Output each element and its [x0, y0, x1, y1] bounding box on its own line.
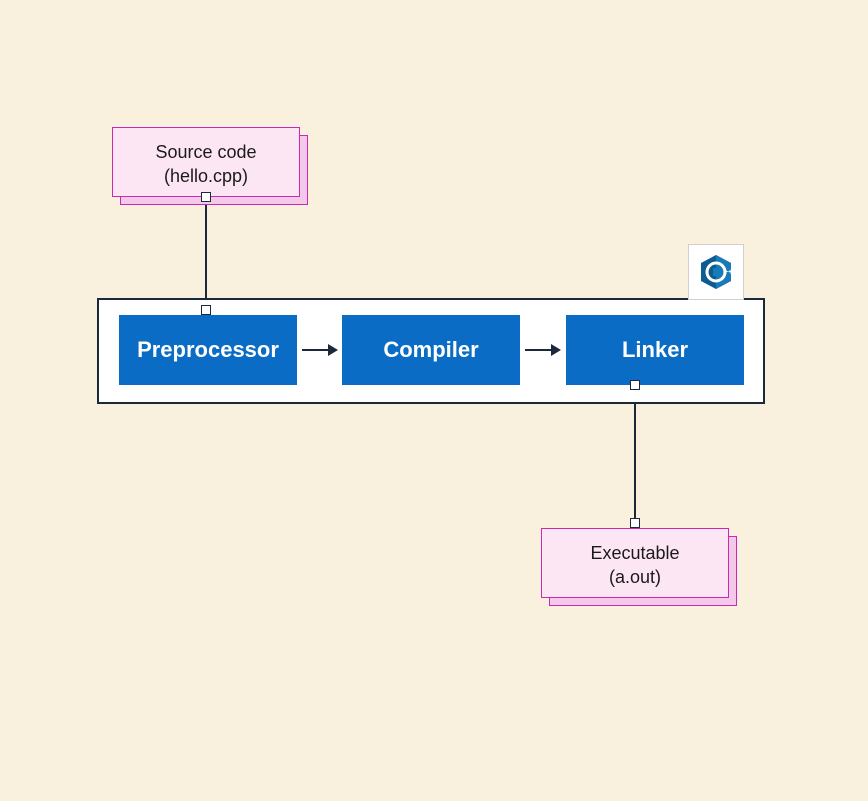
stage-preprocessor: Preprocessor: [119, 315, 297, 385]
arrow-icon: [300, 342, 340, 358]
connector-node: [201, 192, 211, 202]
connector-node: [201, 305, 211, 315]
output-box: Executable (a.out): [541, 528, 729, 598]
source-box: Source code (hello.cpp): [112, 127, 300, 197]
connector-node: [630, 380, 640, 390]
cpp-logo-icon: ++: [696, 252, 736, 292]
source-box-subtitle: (hello.cpp): [133, 164, 279, 188]
connector-node: [630, 518, 640, 528]
stage-compiler: Compiler: [342, 315, 520, 385]
connector-line: [205, 202, 207, 310]
arrow-icon: [523, 342, 563, 358]
stage-compiler-label: Compiler: [383, 337, 478, 363]
output-box-title: Executable: [562, 541, 708, 565]
connector-line: [634, 390, 636, 523]
stage-preprocessor-label: Preprocessor: [137, 337, 279, 363]
cpp-logo-box: ++: [688, 244, 744, 300]
source-box-title: Source code: [133, 140, 279, 164]
stage-linker-label: Linker: [622, 337, 688, 363]
output-box-subtitle: (a.out): [562, 565, 708, 589]
svg-text:++: ++: [724, 269, 732, 276]
stage-linker: Linker: [566, 315, 744, 385]
